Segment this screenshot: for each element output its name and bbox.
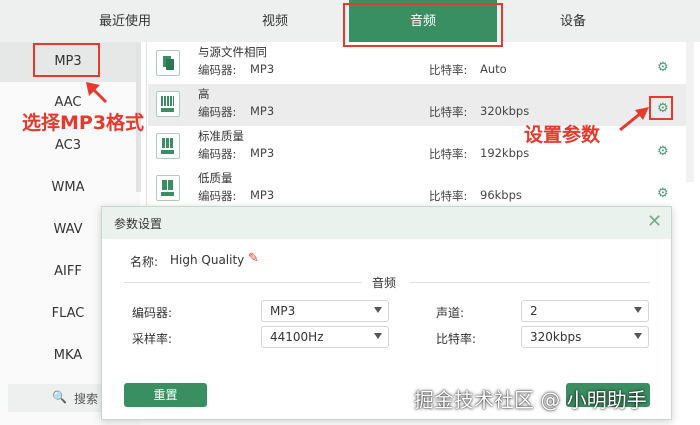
preset-codec: MP3 (250, 188, 275, 202)
mp3-highlight (33, 43, 100, 77)
annotation-select-mp3: 选择MP3格式 (22, 112, 145, 134)
preset-bitrate-label: 比特率: (429, 105, 468, 119)
watermark: 掘金技术社区 @ 小明助手 (414, 388, 647, 412)
encoder-select[interactable]: MP3 (261, 300, 389, 322)
preset-name-value: High Quality (170, 253, 245, 267)
bitrate-select[interactable]: 320kbps (521, 326, 649, 348)
chevron-down-icon (634, 333, 642, 339)
channel-select[interactable]: 2 (521, 300, 649, 322)
format-item-wma[interactable]: WMA (0, 177, 136, 199)
format-item-ac3[interactable]: AC3 (0, 135, 136, 157)
name-label: 名称: (130, 255, 159, 269)
dialog-title: 参数设置 (114, 217, 163, 231)
chevron-down-icon (634, 307, 642, 313)
chevron-down-icon (374, 333, 382, 339)
dialog-header: 参数设置 ✕ (102, 207, 671, 239)
preset-codec-label: 编码器: (198, 147, 237, 161)
reset-button[interactable]: 重置 (124, 383, 207, 407)
preset-bitrate-label: 比特率: (429, 63, 468, 77)
encoder-label: 编码器: (132, 306, 173, 320)
arrow-icon (619, 107, 649, 132)
quality-grid-icon (156, 133, 180, 159)
preset-codec-label: 编码器: (198, 189, 237, 203)
preset-codec: MP3 (250, 146, 275, 160)
bitrate-value: 320kbps (530, 330, 582, 344)
preset-name: 与源文件相同 (198, 45, 267, 59)
preset-codec-label: 编码器: (198, 105, 237, 119)
search-label: 搜索 (74, 392, 99, 406)
edit-icon[interactable]: ✎ (248, 251, 259, 266)
tab-recent[interactable]: 最近使用 (60, 0, 190, 42)
samplerate-label: 采样率: (132, 332, 173, 346)
preset-codec: MP3 (250, 62, 275, 76)
gear-icon[interactable]: ⚙ (657, 186, 669, 201)
tab-video[interactable]: 视频 (210, 0, 340, 42)
preset-codec-label: 编码器: (198, 63, 237, 77)
bitrate-label: 比特率: (436, 332, 477, 346)
close-icon[interactable]: ✕ (647, 211, 662, 232)
preset-bitrate: Auto (480, 62, 507, 76)
channel-value: 2 (530, 304, 538, 318)
audio-tab-highlight (343, 3, 503, 47)
preset-bitrate-label: 比特率: (429, 189, 468, 203)
settings-highlight (649, 96, 673, 120)
section-label-audio: 音频 (372, 276, 397, 290)
preset-list-scrollbar[interactable] (686, 42, 694, 182)
preset-bitrate: 320kbps (480, 104, 530, 118)
preset-codec: MP3 (250, 104, 275, 118)
preset-name: 低质量 (198, 171, 233, 185)
section-divider-right (410, 282, 650, 283)
quality-grid-icon (156, 175, 180, 201)
preset-name: 高 (198, 87, 210, 101)
gear-icon[interactable]: ⚙ (657, 144, 669, 159)
preset-name: 标准质量 (198, 129, 244, 143)
channel-label: 声道: (436, 306, 465, 320)
preset-bitrate: 96kbps (480, 188, 522, 202)
annotation-set-params: 设置参数 (524, 124, 601, 146)
encoder-value: MP3 (270, 304, 296, 318)
preset-bitrate: 192kbps (480, 146, 530, 160)
chevron-down-icon (374, 307, 382, 313)
list-divider (146, 42, 147, 212)
quality-grid-icon (156, 91, 180, 117)
copy-icon (156, 50, 180, 76)
section-divider-left (124, 282, 362, 283)
search-icon: 🔍 (52, 390, 67, 404)
samplerate-value: 44100Hz (270, 330, 324, 344)
samplerate-select[interactable]: 44100Hz (261, 326, 389, 348)
gear-icon[interactable]: ⚙ (657, 60, 669, 75)
arrow-icon (86, 82, 108, 104)
tab-device[interactable]: 设备 (508, 0, 638, 42)
preset-bitrate-label: 比特率: (429, 147, 468, 161)
